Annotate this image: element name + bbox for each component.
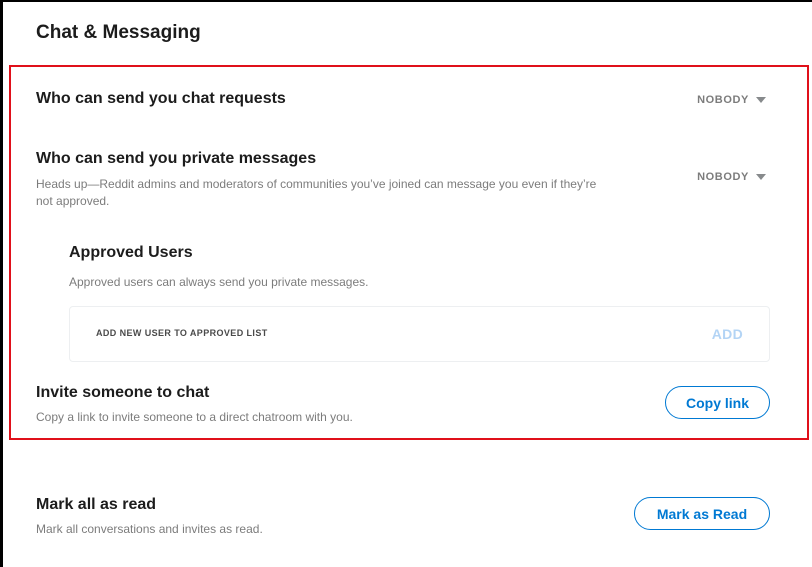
chat-requests-dropdown[interactable]: NOBODY — [697, 94, 766, 106]
chat-requests-title: Who can send you chat requests — [36, 90, 286, 107]
copy-link-button[interactable]: Copy link — [665, 386, 770, 419]
window-edge-top — [0, 0, 812, 2]
window-edge-left — [0, 0, 3, 567]
private-messages-dropdown[interactable]: NOBODY — [697, 171, 766, 183]
approved-user-input[interactable] — [96, 328, 616, 338]
mark-all-read-description: Mark all conversations and invites as re… — [36, 522, 263, 536]
section-title: Chat & Messaging — [36, 22, 201, 43]
private-messages-title: Who can send you private messages — [36, 150, 317, 167]
approved-users-description: Approved users can always send you priva… — [69, 275, 369, 289]
mark-all-read-title: Mark all as read — [36, 496, 157, 513]
invite-description: Copy a link to invite someone to a direc… — [36, 410, 353, 424]
private-messages-description: Heads up—Reddit admins and moderators of… — [36, 177, 597, 208]
caret-down-icon — [756, 174, 766, 180]
invite-title: Invite someone to chat — [36, 384, 210, 401]
approved-users-title: Approved Users — [69, 244, 193, 261]
add-approved-user-button[interactable]: ADD — [712, 326, 743, 342]
approved-user-add-box: ADD — [69, 306, 770, 362]
mark-as-read-button[interactable]: Mark as Read — [634, 497, 770, 530]
chat-requests-setting-value: NOBODY — [697, 94, 749, 106]
private-messages-setting-value: NOBODY — [697, 171, 749, 183]
caret-down-icon — [756, 97, 766, 103]
